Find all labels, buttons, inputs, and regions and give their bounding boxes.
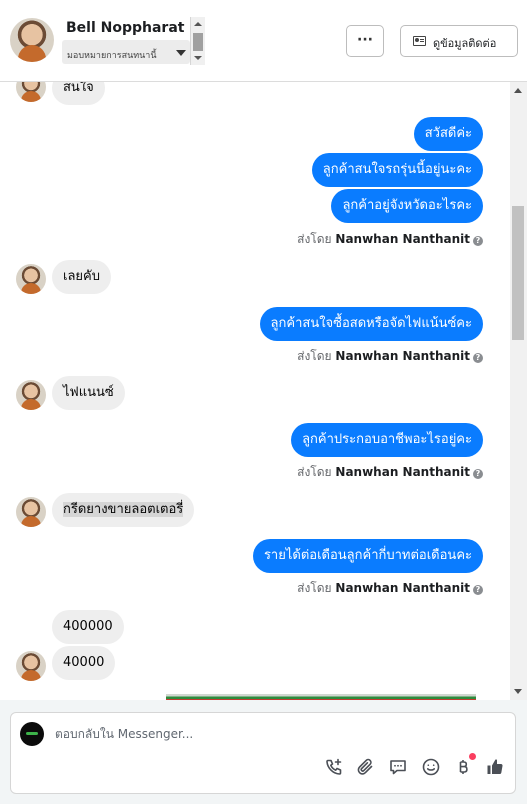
scroll-up-arrow-icon[interactable] bbox=[194, 22, 202, 26]
contact-name[interactable]: Bell Noppharat bbox=[66, 20, 184, 36]
incoming-message[interactable]: 40000 bbox=[52, 646, 116, 680]
sent-by-label: ส่งโดย Nanwhan Nanthanit? bbox=[297, 463, 483, 482]
conversation-header: Bell Noppharat มอบหมายการสนทนานี้ ··· ดู… bbox=[0, 0, 527, 82]
reply-input[interactable] bbox=[55, 725, 455, 743]
incoming-message[interactable]: สนใจ bbox=[52, 82, 105, 105]
sent-by-label: ส่งโดย Nanwhan Nanthanit? bbox=[297, 347, 483, 366]
sent-by-label: ส่งโดย Nanwhan Nanthanit? bbox=[297, 230, 483, 249]
outgoing-message[interactable]: ลูกค้าอยู่จังหวัดอะไรคะ bbox=[331, 189, 483, 223]
help-icon[interactable]: ? bbox=[473, 585, 483, 595]
assign-conversation-select[interactable]: มอบหมายการสนทนานี้ bbox=[62, 40, 190, 64]
scroll-down-arrow-icon[interactable] bbox=[194, 56, 202, 60]
contact-avatar[interactable] bbox=[10, 18, 54, 62]
help-icon[interactable]: ? bbox=[473, 469, 483, 479]
more-options-button[interactable]: ··· bbox=[346, 25, 384, 57]
incoming-message[interactable]: 400000 bbox=[52, 610, 124, 644]
sent-by-agent: Nanwhan Nanthanit bbox=[335, 232, 470, 246]
scrollbar-thumb[interactable] bbox=[512, 206, 524, 340]
outgoing-message[interactable]: รายได้ต่อเดือนลูกค้ากี่บาทต่อเดือนคะ bbox=[252, 539, 483, 573]
emoji-icon[interactable] bbox=[421, 757, 441, 777]
thumbs-up-icon[interactable] bbox=[485, 757, 505, 777]
view-contact-label: ดูข้อมูลติดต่อ bbox=[433, 37, 497, 50]
outgoing-message[interactable]: ลูกค้าสนใจซื้อสดหรือจัดไฟแน้นซ์คะ bbox=[259, 307, 483, 341]
baht-payment-icon[interactable] bbox=[453, 757, 473, 777]
page-avatar bbox=[20, 722, 44, 746]
outgoing-message[interactable]: ลูกค้าประกอบอาชีพอะไรอยู่คะ bbox=[291, 423, 483, 457]
thread-scrollbar[interactable] bbox=[510, 82, 527, 700]
assign-scrollbar[interactable] bbox=[190, 17, 205, 65]
incoming-message[interactable]: กรีดยางขายลอตเตอรี่ bbox=[52, 493, 195, 527]
message-thread[interactable]: สนใจ สวัสดีค่ะ ลูกค้าสนใจรถรุ่นนี้อยู่นะ… bbox=[0, 82, 510, 700]
incoming-message[interactable]: เลยคับ bbox=[52, 260, 111, 294]
notification-dot bbox=[469, 753, 476, 760]
sender-avatar[interactable] bbox=[16, 380, 46, 410]
outgoing-message[interactable]: สวัสดีค่ะ bbox=[413, 117, 483, 151]
sent-by-prefix: ส่งโดย bbox=[297, 232, 332, 246]
saved-reply-icon[interactable] bbox=[388, 757, 408, 777]
paperclip-icon[interactable] bbox=[356, 757, 376, 777]
sent-by-prefix: ส่งโดย bbox=[297, 349, 332, 363]
sender-avatar[interactable] bbox=[16, 82, 46, 102]
phone-plus-icon[interactable] bbox=[324, 757, 344, 777]
help-icon[interactable]: ? bbox=[473, 353, 483, 363]
view-contact-button[interactable]: ดูข้อมูลติดต่อ bbox=[400, 25, 518, 57]
sent-by-agent: Nanwhan Nanthanit bbox=[335, 581, 470, 595]
outgoing-message[interactable]: ลูกค้าสนใจรถรุ่นนี้อยู่นะคะ bbox=[311, 153, 483, 187]
sender-avatar[interactable] bbox=[16, 497, 46, 527]
sent-by-label: ส่งโดย Nanwhan Nanthanit? bbox=[297, 579, 483, 598]
sender-avatar[interactable] bbox=[16, 651, 46, 681]
sent-by-agent: Nanwhan Nanthanit bbox=[335, 349, 470, 363]
scrollbar-thumb[interactable] bbox=[193, 33, 203, 51]
sent-by-prefix: ส่งโดย bbox=[297, 581, 332, 595]
selected-text[interactable]: กรีดยางขายลอตเตอรี่ bbox=[63, 502, 184, 517]
scroll-up-arrow-icon[interactable] bbox=[514, 88, 522, 93]
scroll-down-arrow-icon[interactable] bbox=[514, 689, 522, 694]
sent-by-prefix: ส่งโดย bbox=[297, 465, 332, 479]
sender-avatar[interactable] bbox=[16, 264, 46, 294]
help-icon[interactable]: ? bbox=[473, 236, 483, 246]
assign-conversation-label: มอบหมายการสนทนานี้ bbox=[67, 51, 157, 61]
reply-composer[interactable] bbox=[10, 712, 516, 794]
incoming-message[interactable]: ไฟแนนซ์ bbox=[52, 376, 125, 410]
contact-card-icon bbox=[413, 36, 426, 46]
sent-by-agent: Nanwhan Nanthanit bbox=[335, 465, 470, 479]
caret-down-icon[interactable] bbox=[176, 50, 186, 56]
